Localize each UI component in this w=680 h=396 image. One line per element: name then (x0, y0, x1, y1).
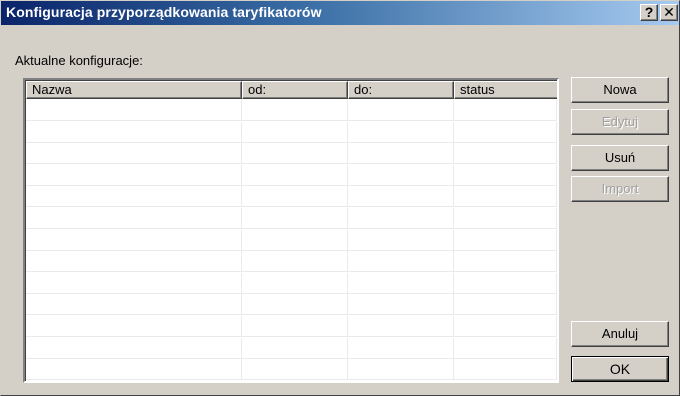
table-row[interactable] (26, 100, 557, 121)
table-cell (242, 251, 348, 273)
table-cell (242, 359, 348, 381)
table-row[interactable] (26, 337, 557, 359)
table-cell (26, 294, 242, 316)
table-row[interactable] (26, 143, 557, 165)
table-row[interactable] (26, 272, 557, 294)
table-row[interactable] (26, 359, 557, 381)
table-cell (26, 359, 242, 381)
close-button[interactable]: ✕ (660, 4, 678, 21)
column-header-status[interactable]: status (454, 81, 557, 99)
table-row[interactable] (26, 121, 557, 143)
table-cell (26, 208, 242, 229)
table-cell (348, 164, 454, 186)
table-cell (242, 121, 348, 143)
table-cell (348, 208, 454, 229)
help-button[interactable]: ? (640, 4, 658, 21)
delete-button[interactable]: Usuń (571, 145, 669, 171)
table-cell (348, 121, 454, 143)
table-cell (348, 100, 454, 121)
column-header-from[interactable]: od: (242, 81, 348, 99)
edit-button[interactable]: Edytuj (571, 109, 669, 135)
table-cell (242, 294, 348, 316)
cancel-button[interactable]: Anuluj (571, 321, 669, 347)
table-cell (454, 208, 557, 229)
table-cell (242, 316, 348, 337)
table-cell (242, 229, 348, 251)
table-cell (454, 186, 557, 208)
table-cell (26, 272, 242, 294)
table-cell (242, 164, 348, 186)
table-row[interactable] (26, 164, 557, 186)
table-cell (348, 359, 454, 381)
table-cell (454, 294, 557, 316)
table-cell (454, 251, 557, 273)
new-button[interactable]: Nowa (571, 77, 669, 103)
table-cell (348, 294, 454, 316)
table-cell (454, 121, 557, 143)
table-cell (26, 337, 242, 359)
table-cell (242, 208, 348, 229)
column-header-name[interactable]: Nazwa (26, 81, 242, 99)
title-bar[interactable]: Konfiguracja przyporządkowania taryfikat… (1, 1, 679, 25)
table-cell (454, 100, 557, 121)
close-icon: ✕ (663, 4, 675, 20)
table-cell (454, 164, 557, 186)
table-cell (242, 143, 348, 165)
table-cell (348, 251, 454, 273)
table-cell (454, 272, 557, 294)
table-cell (242, 186, 348, 208)
table-row[interactable] (26, 294, 557, 316)
table-cell (454, 316, 557, 337)
table-cell (348, 186, 454, 208)
table-cell (26, 121, 242, 143)
table-cell (454, 143, 557, 165)
table-row[interactable] (26, 229, 557, 251)
table-row[interactable] (26, 208, 557, 229)
table-cell (348, 272, 454, 294)
help-icon: ? (644, 4, 654, 20)
table-cell (26, 143, 242, 165)
table-cell (348, 316, 454, 337)
table-cell (454, 337, 557, 359)
list-body[interactable] (26, 100, 557, 381)
table-cell (26, 186, 242, 208)
column-header-to[interactable]: do: (348, 81, 454, 99)
table-cell (348, 337, 454, 359)
table-row[interactable] (26, 251, 557, 273)
table-cell (454, 229, 557, 251)
table-cell (242, 100, 348, 121)
ok-button[interactable]: OK (571, 356, 669, 382)
table-cell (26, 229, 242, 251)
table-cell (26, 251, 242, 273)
table-cell (242, 337, 348, 359)
configurations-list[interactable]: Nazwa od: do: status (23, 78, 559, 383)
list-header: Nazwa od: do: status (26, 81, 557, 99)
table-cell (348, 229, 454, 251)
import-button[interactable]: Import (571, 176, 669, 202)
table-cell (26, 164, 242, 186)
table-cell (26, 100, 242, 121)
tariff-config-dialog: Konfiguracja przyporządkowania taryfikat… (0, 0, 680, 396)
table-cell (26, 316, 242, 337)
table-cell (454, 359, 557, 381)
table-cell (348, 143, 454, 165)
current-configurations-label: Aktualne konfiguracje: (15, 53, 143, 68)
table-cell (242, 272, 348, 294)
table-row[interactable] (26, 316, 557, 337)
window-title: Konfiguracja przyporządkowania taryfikat… (6, 4, 322, 20)
table-row[interactable] (26, 186, 557, 208)
